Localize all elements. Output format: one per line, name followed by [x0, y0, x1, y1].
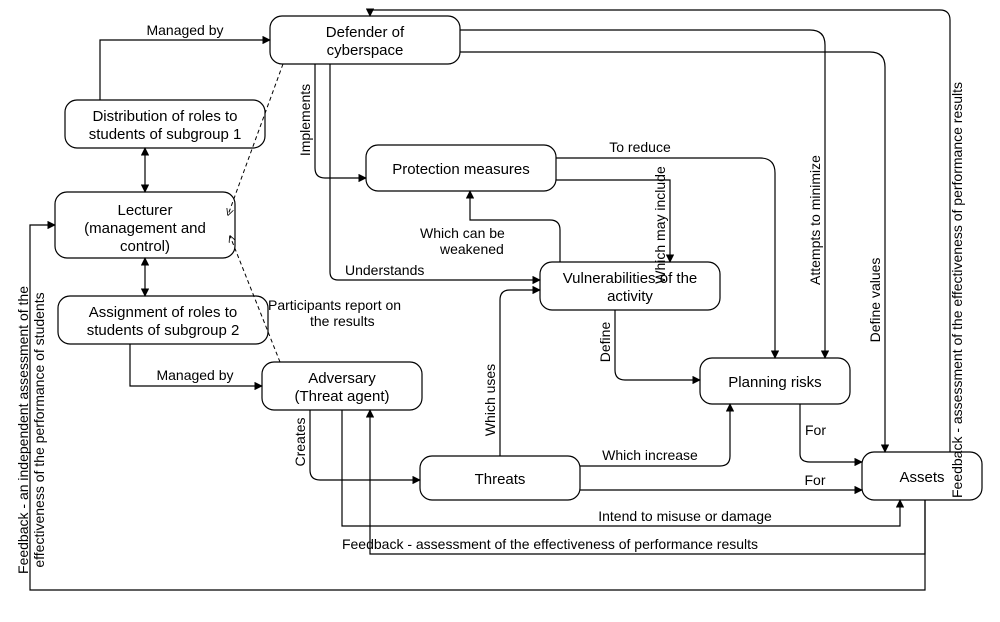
- node-vuln-l2: activity: [607, 288, 653, 305]
- node-protection: Protection measures: [366, 145, 556, 191]
- label-managed-by-1: Managed by: [146, 22, 223, 38]
- label-participants-2: the results: [310, 313, 375, 329]
- label-define: Define: [597, 322, 613, 363]
- node-assets-l1: Assets: [899, 469, 944, 486]
- edge-managed-by-1: [100, 40, 270, 100]
- node-protection-l1: Protection measures: [392, 161, 530, 178]
- label-attempts-min: Attempts to minimize: [807, 155, 823, 285]
- node-lecturer-l2: (management and: [84, 220, 206, 237]
- label-define-values: Define values: [867, 258, 883, 343]
- node-assign-roles-l1: Assignment of roles to: [89, 304, 237, 321]
- label-which-weakened-1: Which can be: [420, 225, 505, 241]
- label-understands: Understands: [345, 262, 424, 278]
- edge-define: [615, 310, 700, 380]
- node-threats: Threats: [420, 456, 580, 500]
- node-dist-roles-l2: students of subgroup 1: [89, 126, 242, 143]
- label-feedback-bottom: Feedback - assessment of the effectivene…: [342, 536, 758, 552]
- node-adversary: Adversary (Threat agent): [262, 362, 422, 410]
- node-dist-roles-l1: Distribution of roles to: [92, 108, 237, 125]
- label-participants-1: Participants report on: [268, 297, 401, 313]
- node-assign-roles-l2: students of subgroup 2: [87, 322, 240, 339]
- label-managed-by-2: Managed by: [156, 367, 233, 383]
- node-defender-l1: Defender of: [326, 24, 405, 41]
- edge-creates: [310, 410, 420, 480]
- label-which-include: Which may include: [652, 166, 668, 284]
- label-feedback-right: Feedback - assessment of the effectivene…: [949, 82, 965, 498]
- node-vuln-l1: Vulnerabilities of the: [563, 270, 698, 287]
- node-defender: Defender of cyberspace: [270, 16, 460, 64]
- node-lecturer: Lecturer (management and control): [55, 192, 235, 258]
- node-planning: Planning risks: [700, 358, 850, 404]
- label-feedback-left-1: Feedback - an independent assessment of …: [15, 286, 31, 574]
- label-implements: Implements: [297, 84, 313, 156]
- node-dist-roles: Distribution of roles to students of sub…: [65, 100, 265, 148]
- edge-implements: [315, 64, 366, 178]
- node-adversary-l1: Adversary: [308, 370, 376, 387]
- label-for-2: For: [805, 472, 826, 488]
- label-intend-misuse: Intend to misuse or damage: [598, 508, 772, 524]
- label-which-uses: Which uses: [482, 364, 498, 436]
- node-vulnerabilities: Vulnerabilities of the activity: [540, 262, 720, 310]
- edge-which-uses: [500, 290, 540, 456]
- node-lecturer-l3: control): [120, 238, 170, 255]
- node-threats-l1: Threats: [475, 471, 526, 488]
- label-creates: Creates: [292, 417, 308, 466]
- node-defender-l2: cyberspace: [327, 42, 404, 59]
- node-adversary-l2: (Threat agent): [294, 388, 389, 405]
- label-to-reduce: To reduce: [609, 139, 671, 155]
- label-for-1: For: [805, 422, 826, 438]
- node-lecturer-l1: Lecturer: [117, 202, 172, 219]
- label-which-increase: Which increase: [602, 447, 698, 463]
- label-feedback-left-2: effectiveness of the performance of stud…: [31, 292, 47, 567]
- node-assign-roles: Assignment of roles to students of subgr…: [58, 296, 268, 344]
- node-planning-l1: Planning risks: [728, 374, 821, 391]
- label-which-weakened-2: weakened: [439, 241, 504, 257]
